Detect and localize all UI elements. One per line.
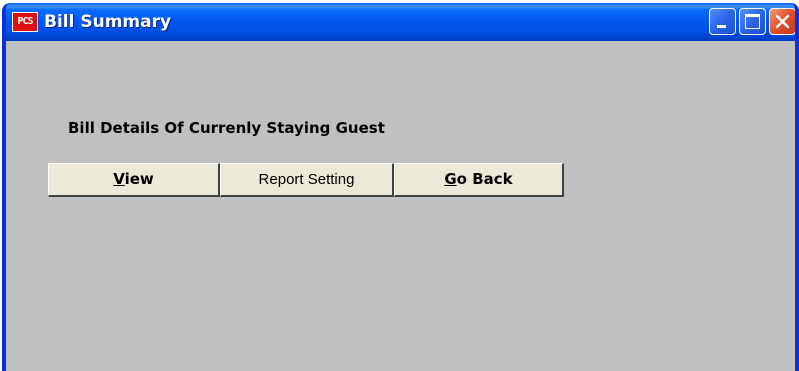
view-mnemonic: V: [113, 170, 125, 188]
go-back-label-rest: o Back: [456, 170, 513, 188]
go-back-mnemonic: G: [444, 170, 457, 188]
title-bar[interactable]: PCS Bill Summary: [6, 3, 795, 41]
view-button[interactable]: View: [48, 163, 220, 197]
minimize-button[interactable]: [709, 8, 736, 35]
close-icon: [775, 14, 790, 29]
bill-details-heading: Bill Details Of Currenly Staying Guest: [68, 119, 385, 137]
minimize-icon: [717, 25, 726, 28]
app-logo-icon[interactable]: PCS: [12, 12, 38, 32]
window-title: Bill Summary: [44, 12, 172, 32]
maximize-button[interactable]: [739, 8, 766, 35]
view-label-rest: iew: [124, 170, 154, 188]
report-setting-label: Report Setting: [258, 171, 355, 188]
report-setting-button[interactable]: Report Setting: [220, 163, 394, 197]
maximize-icon: [745, 14, 760, 29]
go-back-button[interactable]: Go Back: [394, 163, 564, 197]
close-button[interactable]: [769, 8, 795, 35]
